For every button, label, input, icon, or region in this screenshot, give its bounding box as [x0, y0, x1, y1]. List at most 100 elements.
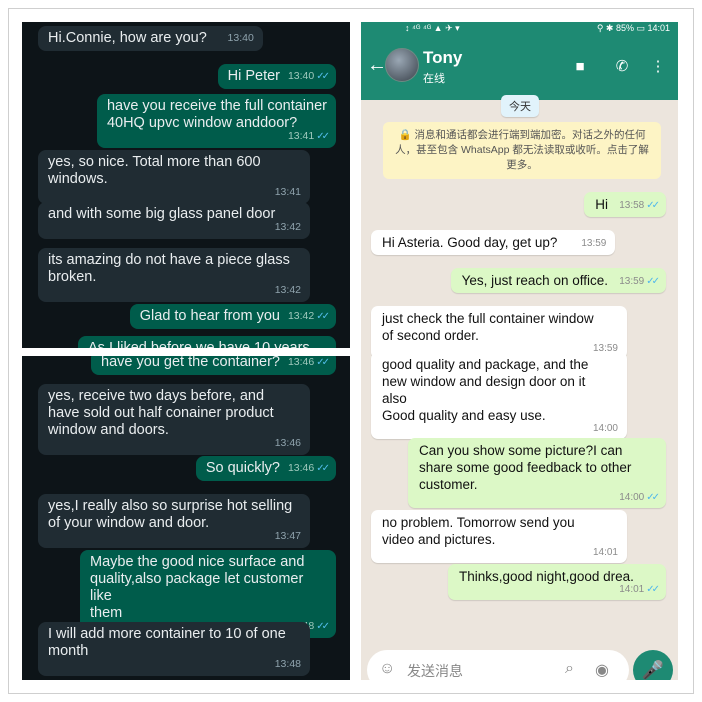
voice-message-button[interactable]: 🎤 [633, 650, 673, 680]
read-receipt-icon: ✓✓ [316, 131, 330, 142]
read-receipt-icon: ✓✓ [316, 357, 330, 368]
status-bar-right: ⚲ ✱ 85% ▭ 14:01 [596, 23, 670, 33]
message-text: Glad to hear from you [139, 308, 280, 324]
read-receipt-icon: ✓✓ [646, 200, 660, 211]
message-bubble: Yes, just reach on office. 13:59 ✓✓ [450, 268, 666, 293]
read-receipt-icon: ✓✓ [646, 492, 660, 503]
time-value: 13:58 [619, 200, 645, 211]
message-bubble: Can you show some picture?I can share so… [408, 438, 666, 508]
video-call-icon[interactable]: ■ [571, 58, 589, 76]
message-text: Maybe the good nice surface and quality,… [90, 554, 305, 621]
message-bubble: So quickly? 13:46 ✓✓ [195, 456, 336, 481]
message-time: 14:01 [592, 547, 618, 558]
chat-header: ← Tony 在线 ■ ✆ ⋮ [361, 34, 678, 100]
message-time: 13:40 [227, 32, 254, 44]
contact-status: 在线 [423, 73, 445, 85]
message-text: Can you show some picture?I can share so… [419, 443, 632, 492]
message-bubble: yes, so nice. Total more than 600 window… [38, 150, 310, 204]
attach-icon[interactable]: ⌕ [565, 660, 574, 678]
message-time: 14:01 ✓✓ [619, 581, 660, 598]
message-input-bar[interactable]: ☺ 发送消息 ⌕ ◉ [367, 650, 629, 680]
message-time: 13:46 [274, 437, 301, 449]
message-bubble-partial: As I liked before we have 10 years [78, 336, 336, 348]
read-receipt-icon: ✓✓ [646, 584, 660, 595]
message-bubble: Hi 13:58 ✓✓ [584, 192, 666, 217]
message-text: Yes, just reach on office. [461, 273, 608, 288]
time-value: 13:42 [287, 310, 315, 322]
microphone-icon: 🎤 [641, 660, 665, 680]
message-bubble: Hi Asteria. Good day, get up? 13:59 [371, 230, 616, 255]
whatsapp-chat-screen: ↕ ⁴ᴳ ⁴ᴳ ▲ ✈ ▾ ⚲ ✱ 85% ▭ 14:01 ← Tony 在线 … [361, 22, 678, 680]
message-text: Hi [595, 197, 608, 212]
chat-screenshot-top: Hi.Connie, how are you? 13:40 Hi Peter 1… [22, 22, 350, 348]
message-time: 14:00 ✓✓ [619, 489, 660, 506]
read-receipt-icon: ✓✓ [646, 276, 660, 287]
message-bubble: Hi.Connie, how are you? 13:40 [38, 26, 263, 51]
message-text: have you receive the full container 40HQ… [106, 98, 327, 131]
date-chip: 今天 [501, 95, 539, 117]
message-bubble: its amazing do not have a piece glass br… [38, 248, 310, 302]
message-time: 13:46 ✓✓ [287, 356, 330, 371]
time-value: 13:46 [287, 356, 315, 368]
back-arrow-icon[interactable]: ← [367, 54, 387, 77]
message-bubble: have you receive the full container 40HQ… [96, 94, 336, 148]
message-text: Hi Asteria. Good day, get up? [382, 235, 558, 250]
message-time: 13:40 ✓✓ [287, 68, 330, 85]
message-time: 13:59 [581, 238, 607, 249]
contact-name[interactable]: Tony [423, 48, 462, 68]
message-bubble: no problem. Tomorrow send you video and … [371, 510, 627, 563]
message-bubble: Glad to hear from you 13:42 ✓✓ [129, 304, 336, 329]
message-text: Hi.Connie, how are you? [48, 30, 207, 46]
message-time: 13:42 ✓✓ [287, 308, 330, 325]
message-bubble: Thinks,good night,good drea. 14:01 ✓✓ [448, 564, 666, 600]
message-text: just check the full container window of … [382, 311, 594, 343]
more-menu-icon[interactable]: ⋮ [649, 58, 667, 76]
message-bubble: I will add more container to 10 of one m… [38, 622, 310, 676]
message-time: 13:41 [274, 186, 301, 198]
message-time: 14:00 [592, 423, 618, 434]
time-value: 14:00 [619, 492, 645, 503]
status-bar-left: ↕ ⁴ᴳ ⁴ᴳ ▲ ✈ ▾ [405, 23, 460, 33]
message-bubble: yes,I really also so surprise hot sellin… [38, 494, 310, 548]
message-bubble: and with some big glass panel door 13:42 [38, 202, 310, 239]
message-text: have you get the container? [101, 356, 280, 370]
camera-icon[interactable]: ◉ [595, 660, 609, 680]
message-time: 13:58 ✓✓ [619, 197, 660, 214]
time-value: 13:46 [287, 462, 315, 474]
contact-avatar[interactable] [385, 48, 419, 82]
encryption-notice[interactable]: 🔒 消息和通话都会进行端到端加密。对话之外的任何人，甚至包含 WhatsApp … [383, 122, 661, 179]
read-receipt-icon: ✓✓ [316, 621, 330, 632]
message-text: So quickly? [205, 460, 280, 476]
read-receipt-icon: ✓✓ [316, 71, 330, 82]
message-time: 13:41 ✓✓ [287, 128, 330, 145]
message-text: no problem. Tomorrow send you video and … [382, 515, 575, 547]
message-text: yes,I really also so surprise hot sellin… [48, 498, 293, 531]
message-bubble: have you get the container? 13:46 ✓✓ [91, 356, 336, 375]
message-input[interactable]: 发送消息 [407, 661, 463, 680]
message-time: 13:46 ✓✓ [287, 460, 330, 477]
emoji-icon[interactable]: ☺ [379, 660, 395, 678]
time-value: 13:41 [287, 130, 315, 142]
time-value: 13:40 [287, 70, 315, 82]
message-time: 13:42 [274, 221, 301, 233]
message-text: its amazing do not have a piece glass br… [48, 252, 290, 285]
message-text: yes, receive two days before, and have s… [48, 388, 274, 438]
message-bubble: Hi Peter 13:40 ✓✓ [217, 64, 336, 89]
status-bar: ↕ ⁴ᴳ ⁴ᴳ ▲ ✈ ▾ ⚲ ✱ 85% ▭ 14:01 [361, 22, 678, 34]
message-text: and with some big glass panel door [48, 206, 276, 222]
message-time: 13:42 [274, 284, 301, 296]
chat-screenshot-bottom: have you get the container? 13:46 ✓✓ yes,… [22, 356, 350, 680]
message-time: 13:59 ✓✓ [619, 273, 660, 290]
message-time: 13:48 [274, 658, 301, 670]
message-text: As I liked before we have 10 years [88, 340, 310, 348]
message-text: I will add more container to 10 of one m… [48, 626, 286, 659]
message-text: yes, so nice. Total more than 600 window… [48, 154, 261, 187]
voice-call-icon[interactable]: ✆ [613, 58, 631, 76]
message-text: Hi Peter [227, 68, 280, 84]
read-receipt-icon: ✓✓ [316, 311, 330, 322]
message-bubble: good quality and package, and the new wi… [371, 352, 627, 439]
read-receipt-icon: ✓✓ [316, 463, 330, 474]
message-bubble: yes, receive two days before, and have s… [38, 384, 310, 455]
time-value: 14:01 [619, 584, 645, 595]
message-text: good quality and package, and the new wi… [382, 357, 589, 423]
